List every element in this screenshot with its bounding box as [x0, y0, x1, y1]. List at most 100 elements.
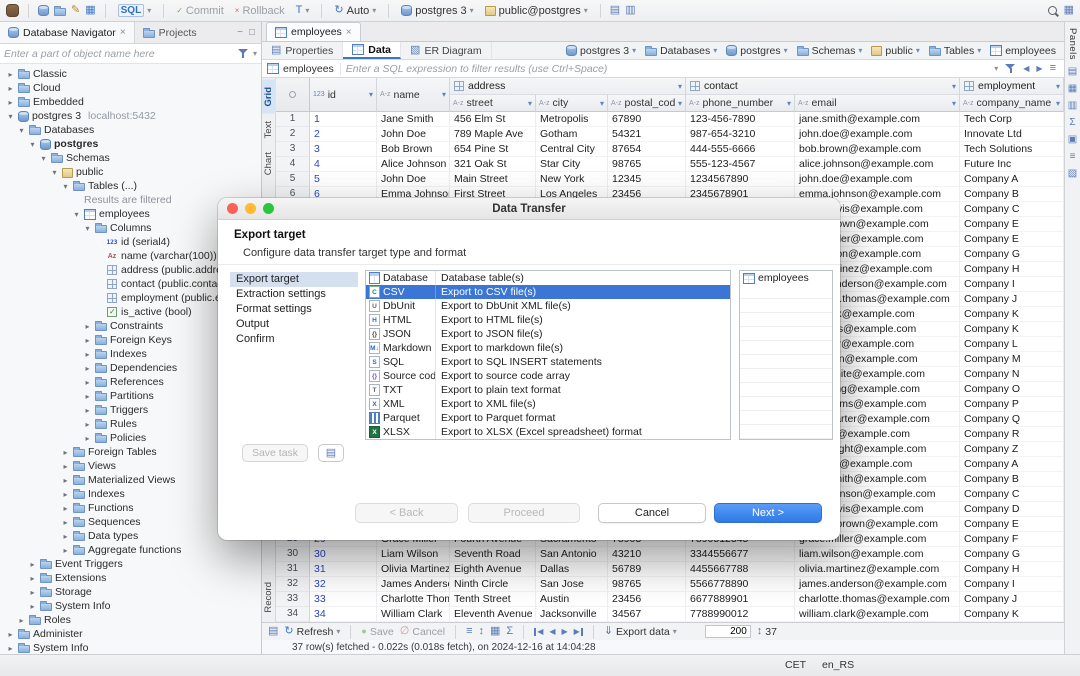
expand-icon[interactable]: ▸ [6, 644, 15, 653]
save-task-button[interactable]: Save task [242, 444, 308, 462]
column-header-employment[interactable]: employment▾ [960, 78, 1064, 95]
target-row[interactable]: employees [740, 271, 832, 285]
cell-street[interactable]: Eighth Avenue [450, 562, 536, 577]
expand-icon[interactable]: ▸ [83, 364, 92, 373]
cell-company_name[interactable]: Company G [960, 547, 1064, 562]
filter-dropdown-icon[interactable]: ▾ [678, 82, 682, 91]
next-button[interactable]: Next > [714, 503, 822, 523]
chevron-down-icon[interactable]: ▾ [632, 46, 636, 55]
tree-item[interactable]: ▾Databases [0, 123, 261, 137]
cell-company_name[interactable]: Company E [960, 517, 1064, 532]
sql-filter-input[interactable] [346, 63, 986, 75]
tree-item[interactable]: ▸Extensions [0, 571, 261, 585]
cell-id[interactable]: 4 [310, 157, 377, 172]
row-number[interactable]: 31 [276, 562, 310, 577]
cell-email[interactable]: alice.johnson@example.com [795, 157, 960, 172]
tree-item[interactable]: ▸Embedded [0, 95, 261, 109]
filter-dropdown-icon[interactable]: ▾ [787, 99, 791, 108]
cell-email[interactable]: charlotte.thomas@example.com [795, 592, 960, 607]
sql-button[interactable]: SQL ▾ [115, 2, 155, 19]
close-tab-icon[interactable]: × [120, 27, 126, 38]
column-header-email[interactable]: A-zemail▾ [795, 95, 960, 112]
expand-icon[interactable]: ▸ [61, 448, 70, 457]
format-row[interactable]: HHTMLExport to HTML file(s) [366, 313, 730, 327]
cell-email[interactable]: jane.smith@example.com [795, 112, 960, 127]
minimize-window-icon[interactable] [245, 203, 256, 214]
tree-item[interactable]: ▾postgres [0, 137, 261, 151]
table-row[interactable]: 33Bob Brown654 Pine StCentral City876544… [276, 142, 1064, 157]
breadcrumb-item[interactable]: Databases▾ [645, 45, 717, 57]
cell-name[interactable]: Jane Smith [377, 112, 450, 127]
connection-selector[interactable]: postgres 3 ▾ [398, 3, 476, 19]
cell-street[interactable]: 321 Oak St [450, 157, 536, 172]
back-button[interactable]: < Back [355, 503, 458, 523]
column-header-company_name[interactable]: A-zcompany_name▾ [960, 95, 1064, 112]
view-tab-chart[interactable]: Chart [262, 145, 276, 182]
format-row[interactable]: TTXTExport to plain text format [366, 383, 730, 397]
cell-company_name[interactable]: Company I [960, 277, 1064, 292]
cell-company_name[interactable]: Company B [960, 472, 1064, 487]
record-panel-icon[interactable]: ▣ [1068, 134, 1077, 145]
filter-dropdown-icon[interactable]: ▾ [678, 99, 682, 108]
expand-icon[interactable]: ▸ [28, 574, 37, 583]
format-row[interactable]: {}Source codeExport to source code array [366, 369, 730, 383]
last-row-icon[interactable]: ▶ [574, 628, 583, 636]
wizard-step[interactable]: Format settings [230, 302, 358, 317]
expand-icon[interactable]: ▸ [83, 322, 92, 331]
cell-company_name[interactable]: Tech Solutions [960, 142, 1064, 157]
tab-er-diagram[interactable]: ▧ ER Diagram [401, 42, 492, 59]
breadcrumb-item[interactable]: Schemas▾ [797, 45, 863, 57]
chevron-down-icon[interactable]: ▾ [858, 46, 862, 55]
table-row[interactable]: 22John Doe789 Maple AveGotham54321987-65… [276, 127, 1064, 142]
filter-dropdown-icon[interactable]: ▾ [369, 90, 373, 99]
column-header-phone_number[interactable]: A-zphone_number▾ [686, 95, 795, 112]
filter-dropdown-icon[interactable]: ▾ [1056, 99, 1060, 108]
cell-email[interactable]: liam.wilson@example.com [795, 547, 960, 562]
expand-icon[interactable]: ▸ [61, 476, 70, 485]
save-button[interactable]: ● Save [361, 626, 393, 638]
filter-dropdown-icon[interactable]: ▾ [528, 99, 532, 108]
filter-menu-icon[interactable]: ≡ [1050, 63, 1056, 74]
tree-item[interactable]: ▾postgres 3localhost:5432 [0, 109, 261, 123]
table-row[interactable]: 55John DoeMain StreetNew York12345123456… [276, 172, 1064, 187]
expand-icon[interactable]: ▸ [61, 546, 70, 555]
row-number[interactable]: 5 [276, 172, 310, 187]
cell-city[interactable]: Dallas [536, 562, 608, 577]
expand-icon[interactable]: ▸ [83, 406, 92, 415]
cell-company_name[interactable]: Company F [960, 532, 1064, 547]
cell-postal_code[interactable]: 43210 [608, 547, 686, 562]
cell-postal_code[interactable]: 23456 [608, 592, 686, 607]
expand-icon[interactable]: ▸ [83, 350, 92, 359]
cell-phone_number[interactable]: 1234567890 [686, 172, 795, 187]
filter-dropdown-icon[interactable]: ▾ [1056, 82, 1060, 91]
close-window-icon[interactable] [227, 203, 238, 214]
cell-email[interactable]: john.doe@example.com [795, 127, 960, 142]
cell-company_name[interactable]: Company K [960, 322, 1064, 337]
toggle-editor-icon[interactable]: ▥ [625, 5, 635, 16]
cell-city[interactable]: Jacksonville [536, 607, 608, 622]
breadcrumb-item[interactable]: postgres 3▾ [566, 45, 636, 57]
cell-postal_code[interactable]: 98765 [608, 157, 686, 172]
cell-city[interactable]: Austin [536, 592, 608, 607]
first-row-icon[interactable]: ◀ [534, 628, 543, 636]
cell-name[interactable]: James Anderson [377, 577, 450, 592]
tree-item[interactable]: ▾public [0, 165, 261, 179]
cell-id[interactable]: 33 [310, 592, 377, 607]
cell-city[interactable]: New York [536, 172, 608, 187]
cell-id[interactable]: 5 [310, 172, 377, 187]
expand-icon[interactable]: ▸ [28, 588, 37, 597]
cell-company_name[interactable]: Company C [960, 202, 1064, 217]
table-row[interactable]: 3434William ClarkEleventh AvenueJacksonv… [276, 607, 1064, 622]
grid-panel-icon[interactable]: ▦ [1068, 83, 1077, 94]
transaction-mode-button[interactable]: T ▾ [293, 3, 313, 18]
cell-company_name[interactable]: Company B [960, 187, 1064, 202]
cell-company_name[interactable]: Company I [960, 577, 1064, 592]
cell-street[interactable]: Eleventh Avenue [450, 607, 536, 622]
format-row[interactable]: UDbUnitExport to DbUnit XML file(s) [366, 299, 730, 313]
cell-company_name[interactable]: Company Q [960, 412, 1064, 427]
collapse-icon[interactable]: ▾ [6, 112, 15, 121]
format-row[interactable]: XXLSXExport to XLSX (Excel spreadsheet) … [366, 425, 730, 439]
cell-id[interactable]: 34 [310, 607, 377, 622]
tree-item[interactable]: ▸Classic [0, 67, 261, 81]
chevron-down-icon[interactable]: ▾ [916, 46, 920, 55]
